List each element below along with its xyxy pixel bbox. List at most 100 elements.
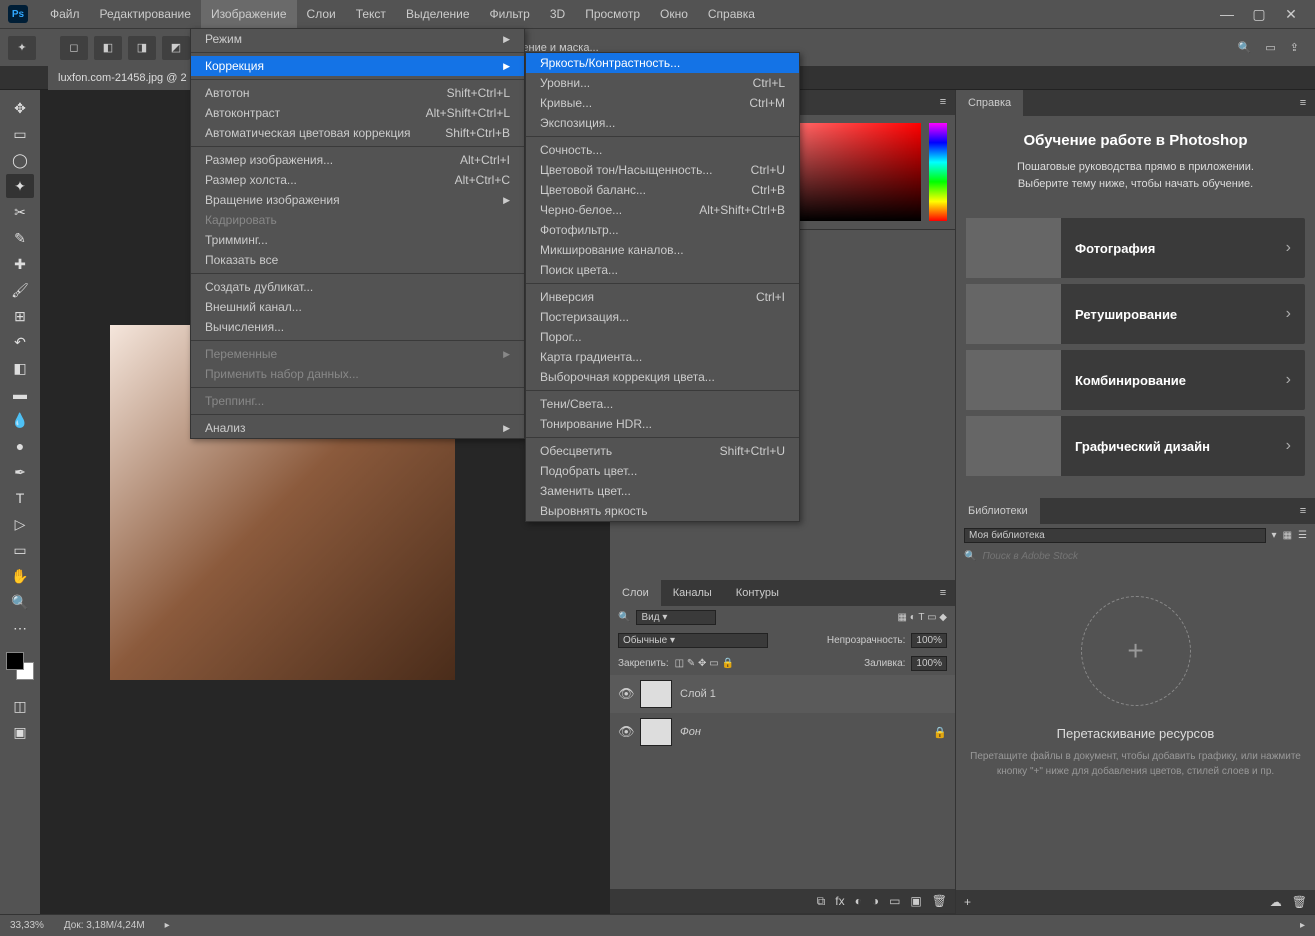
- menu-item[interactable]: Анализ▶: [191, 418, 524, 438]
- fg-color[interactable]: [6, 652, 24, 670]
- tab-help[interactable]: Справка: [956, 90, 1023, 116]
- close-button[interactable]: ✕: [1279, 5, 1303, 23]
- panel-menu-icon[interactable]: ≡: [1291, 498, 1315, 524]
- panel-menu-icon[interactable]: ≡: [1291, 90, 1315, 116]
- menu-редактирование[interactable]: Редактирование: [90, 0, 201, 28]
- marquee-tool[interactable]: ▭: [6, 122, 34, 146]
- crop-tool[interactable]: ✂: [6, 200, 34, 224]
- panel-menu-icon[interactable]: ≡: [931, 580, 955, 606]
- menu-item[interactable]: Тримминг...: [191, 230, 524, 250]
- add-asset-icon[interactable]: +: [964, 895, 971, 909]
- menu-item[interactable]: Режим▶: [191, 29, 524, 49]
- help-card[interactable]: Графический дизайн ›: [966, 416, 1305, 476]
- pen-tool[interactable]: ✒: [6, 460, 34, 484]
- mask-icon[interactable]: ◐: [855, 894, 862, 908]
- dodge-tool[interactable]: ●: [6, 434, 34, 458]
- selection-new[interactable]: ◻: [60, 36, 88, 60]
- tab-layers[interactable]: Слои: [610, 580, 661, 606]
- grid-view-icon[interactable]: ▦: [1283, 530, 1292, 541]
- edit-toolbar[interactable]: ⋯: [6, 616, 34, 640]
- menu-item[interactable]: Размер холста...Alt+Ctrl+C: [191, 170, 524, 190]
- menu-справка[interactable]: Справка: [698, 0, 765, 28]
- minimize-button[interactable]: —: [1215, 5, 1239, 23]
- menu-текст[interactable]: Текст: [346, 0, 396, 28]
- menu-item[interactable]: Уровни...Ctrl+L: [526, 73, 799, 93]
- menu-item[interactable]: Цветовой тон/Насыщенность...Ctrl+U: [526, 160, 799, 180]
- quick-select-tool[interactable]: ✦: [6, 174, 34, 198]
- menu-item[interactable]: Выровнять яркость: [526, 501, 799, 521]
- menu-фильтр[interactable]: Фильтр: [480, 0, 540, 28]
- visibility-icon[interactable]: 👁: [618, 686, 632, 702]
- menu-item[interactable]: Вращение изображения▶: [191, 190, 524, 210]
- tab-paths[interactable]: Контуры: [724, 580, 791, 606]
- zoom-level[interactable]: 33,33%: [10, 920, 44, 931]
- eyedropper-tool[interactable]: ✎: [6, 226, 34, 250]
- list-view-icon[interactable]: ☰: [1298, 530, 1307, 541]
- menu-item[interactable]: Внешний канал...: [191, 297, 524, 317]
- search-icon[interactable]: 🔍: [1238, 41, 1252, 54]
- help-card[interactable]: Ретуширование ›: [966, 284, 1305, 344]
- screen-mode[interactable]: ▣: [6, 720, 34, 744]
- menu-item[interactable]: Сочность...: [526, 140, 799, 160]
- type-tool[interactable]: T: [6, 486, 34, 510]
- menu-item[interactable]: ОбесцветитьShift+Ctrl+U: [526, 441, 799, 461]
- menu-item[interactable]: Подобрать цвет...: [526, 461, 799, 481]
- move-tool[interactable]: ✥: [6, 96, 34, 120]
- menu-item[interactable]: Постеризация...: [526, 307, 799, 327]
- opacity-value[interactable]: 100%: [911, 633, 947, 648]
- workspace-icon[interactable]: ▭: [1265, 41, 1275, 54]
- menu-item[interactable]: Фотофильтр...: [526, 220, 799, 240]
- healing-tool[interactable]: ✚: [6, 252, 34, 276]
- lasso-tool[interactable]: ◯: [6, 148, 34, 172]
- menu-item[interactable]: Микширование каналов...: [526, 240, 799, 260]
- gradient-tool[interactable]: ▬: [6, 382, 34, 406]
- menu-item[interactable]: Черно-белое...Alt+Shift+Ctrl+B: [526, 200, 799, 220]
- menu-просмотр[interactable]: Просмотр: [575, 0, 650, 28]
- menu-item[interactable]: Показать все: [191, 250, 524, 270]
- blend-mode-select[interactable]: Обычные ▾: [618, 633, 768, 648]
- color-swatches[interactable]: [6, 652, 34, 680]
- hand-tool[interactable]: ✋: [6, 564, 34, 588]
- menu-изображение[interactable]: Изображение: [201, 0, 297, 28]
- lock-icons[interactable]: ◫ ✎ ✥ ▭ 🔒: [675, 658, 734, 669]
- adjustment-icon[interactable]: ◑: [872, 894, 879, 908]
- help-card[interactable]: Комбинирование ›: [966, 350, 1305, 410]
- menu-item[interactable]: Коррекция▶: [191, 56, 524, 76]
- menu-item[interactable]: Выборочная коррекция цвета...: [526, 367, 799, 387]
- document-tab[interactable]: luxfon.com-21458.jpg @ 2: [48, 66, 197, 90]
- link-layers-icon[interactable]: ⧉: [817, 894, 826, 909]
- menu-item[interactable]: Тени/Света...: [526, 394, 799, 414]
- zoom-tool[interactable]: 🔍: [6, 590, 34, 614]
- tab-libraries[interactable]: Библиотеки: [956, 498, 1040, 524]
- brush-tool[interactable]: 🖌: [6, 278, 34, 302]
- selection-add[interactable]: ◧: [94, 36, 122, 60]
- new-layer-icon[interactable]: ▣: [910, 894, 921, 908]
- quick-mask[interactable]: ◫: [6, 694, 34, 718]
- menu-окно[interactable]: Окно: [650, 0, 698, 28]
- menu-item[interactable]: Создать дубликат...: [191, 277, 524, 297]
- panel-menu-icon[interactable]: ≡: [931, 90, 955, 115]
- share-icon[interactable]: ⇪: [1290, 41, 1299, 54]
- maximize-button[interactable]: ▢: [1247, 5, 1271, 23]
- menu-item[interactable]: Вычисления...: [191, 317, 524, 337]
- menu-item[interactable]: Заменить цвет...: [526, 481, 799, 501]
- fx-icon[interactable]: fx: [835, 894, 844, 908]
- layer-row[interactable]: 👁 Слой 1: [610, 675, 955, 713]
- menu-item[interactable]: АвтотонShift+Ctrl+L: [191, 83, 524, 103]
- tool-preset[interactable]: ✦: [8, 36, 36, 60]
- shape-tool[interactable]: ▭: [6, 538, 34, 562]
- library-select[interactable]: Моя библиотека: [964, 528, 1266, 543]
- library-search[interactable]: [982, 551, 1307, 562]
- hue-slider[interactable]: [929, 123, 947, 221]
- menu-item[interactable]: Кривые...Ctrl+M: [526, 93, 799, 113]
- menu-3d[interactable]: 3D: [540, 0, 575, 28]
- cloud-icon[interactable]: ☁: [1270, 895, 1282, 909]
- history-brush-tool[interactable]: ↶: [6, 330, 34, 354]
- layer-row[interactable]: 👁 Фон 🔒: [610, 713, 955, 751]
- fill-value[interactable]: 100%: [911, 656, 947, 671]
- menu-item[interactable]: Поиск цвета...: [526, 260, 799, 280]
- visibility-icon[interactable]: 👁: [618, 724, 632, 740]
- trash-icon[interactable]: 🗑: [1292, 895, 1307, 909]
- help-card[interactable]: Фотография ›: [966, 218, 1305, 278]
- add-icon[interactable]: +: [1081, 596, 1191, 706]
